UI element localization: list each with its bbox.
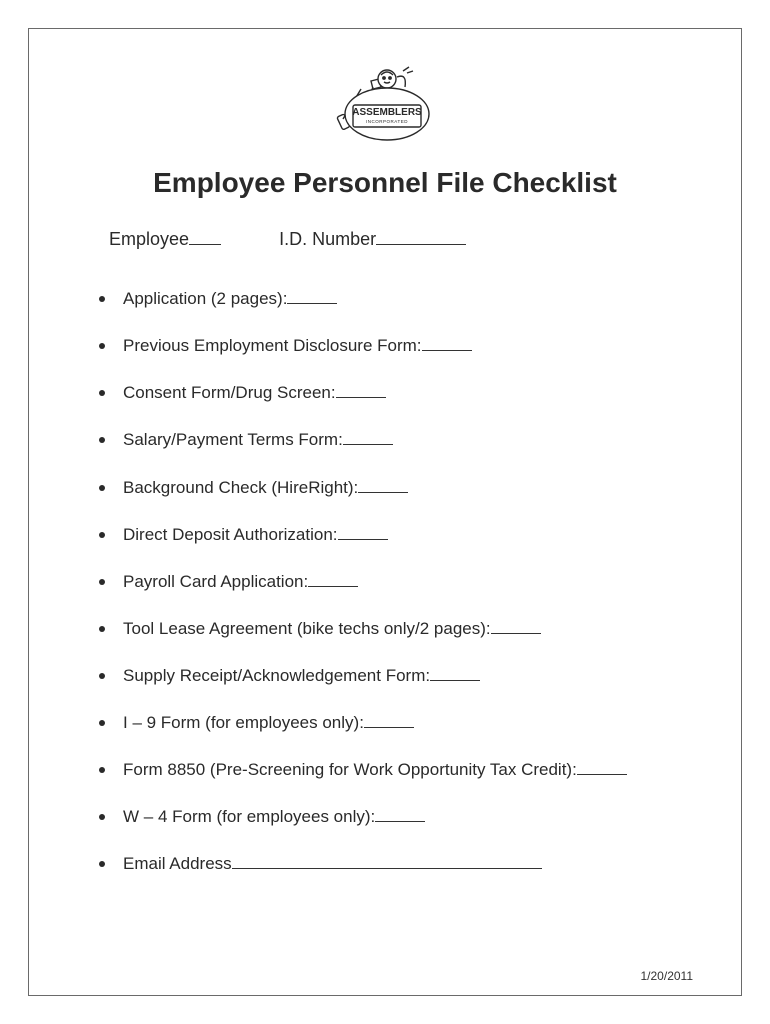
bullet-icon [99, 626, 105, 632]
checklist-item-text: Direct Deposit Authorization: [123, 524, 681, 546]
bullet-icon [99, 861, 105, 867]
checklist-item-label: Background Check (HireRight): [123, 478, 358, 497]
bullet-icon [99, 343, 105, 349]
checklist-item-blank[interactable] [430, 666, 480, 681]
checklist-item-label: Consent Form/Drug Screen: [123, 383, 336, 402]
checklist-item-text: Tool Lease Agreement (bike techs only/2 … [123, 618, 681, 640]
header-fields: Employee I.D. Number [29, 229, 741, 250]
checklist-item-label: Previous Employment Disclosure Form: [123, 336, 422, 355]
checklist-item-text: Consent Form/Drug Screen: [123, 382, 681, 404]
checklist-item: Application (2 pages): [99, 288, 681, 310]
checklist-item-blank[interactable] [308, 571, 358, 586]
bullet-icon [99, 767, 105, 773]
checklist-item-label: Tool Lease Agreement (bike techs only/2 … [123, 619, 491, 638]
bullet-icon [99, 673, 105, 679]
page-title: Employee Personnel File Checklist [29, 167, 741, 199]
bullet-icon [99, 296, 105, 302]
checklist-item-text: Supply Receipt/Acknowledgement Form: [123, 665, 681, 687]
checklist-item-blank[interactable] [358, 477, 408, 492]
checklist-item-label: W – 4 Form (for employees only): [123, 807, 375, 826]
checklist-item: Salary/Payment Terms Form: [99, 429, 681, 451]
employee-blank[interactable] [189, 229, 221, 245]
checklist-item: Direct Deposit Authorization: [99, 524, 681, 546]
checklist-item-text: Email Address [123, 853, 681, 875]
checklist-item-blank[interactable] [375, 807, 425, 822]
checklist-item-text: Payroll Card Application: [123, 571, 681, 593]
checklist-item: Supply Receipt/Acknowledgement Form: [99, 665, 681, 687]
bullet-icon [99, 532, 105, 538]
checklist-item-label: Application (2 pages): [123, 289, 287, 308]
checklist-item-text: Form 8850 (Pre-Screening for Work Opport… [123, 759, 681, 781]
checklist-item: Payroll Card Application: [99, 571, 681, 593]
id-number-label: I.D. Number [279, 229, 376, 249]
checklist-item-blank[interactable] [287, 289, 337, 304]
checklist-item: Previous Employment Disclosure Form: [99, 335, 681, 357]
checklist-item: Consent Form/Drug Screen: [99, 382, 681, 404]
checklist-item-label: Email Address [123, 854, 232, 873]
logo-label-text: ASSEMBLERS [352, 107, 422, 118]
checklist-item: W – 4 Form (for employees only): [99, 806, 681, 828]
bullet-icon [99, 720, 105, 726]
document-date: 1/20/2011 [641, 969, 694, 983]
checklist-item-text: I – 9 Form (for employees only): [123, 712, 681, 734]
checklist-item-text: Application (2 pages): [123, 288, 681, 310]
checklist-item: Background Check (HireRight): [99, 477, 681, 499]
checklist-item-blank[interactable] [232, 854, 542, 869]
checklist-item-text: Salary/Payment Terms Form: [123, 429, 681, 451]
logo-sublabel-text: INCORPORATED [366, 119, 408, 124]
checklist-item-blank[interactable] [336, 383, 386, 398]
checklist-item-label: Payroll Card Application: [123, 572, 308, 591]
checklist-item: Email Address [99, 853, 681, 875]
checklist-item-label: Direct Deposit Authorization: [123, 525, 338, 544]
checklist-item: Form 8850 (Pre-Screening for Work Opport… [99, 759, 681, 781]
checklist-item: I – 9 Form (for employees only): [99, 712, 681, 734]
checklist-item-blank[interactable] [491, 619, 541, 634]
checklist-item-label: I – 9 Form (for employees only): [123, 713, 364, 732]
bullet-icon [99, 437, 105, 443]
checklist-item-label: Form 8850 (Pre-Screening for Work Opport… [123, 760, 577, 779]
checklist-item-blank[interactable] [364, 713, 414, 728]
checklist-item-blank[interactable] [577, 760, 627, 775]
checklist-item-blank[interactable] [422, 336, 472, 351]
assemblers-logo-icon: ASSEMBLERS INCORPORATED [315, 59, 455, 154]
checklist-item: Tool Lease Agreement (bike techs only/2 … [99, 618, 681, 640]
id-number-blank[interactable] [376, 229, 466, 245]
checklist-item-blank[interactable] [343, 430, 393, 445]
checklist-item-label: Salary/Payment Terms Form: [123, 430, 343, 449]
checklist-item-text: Background Check (HireRight): [123, 477, 681, 499]
checklist: Application (2 pages): Previous Employmen… [29, 288, 741, 875]
checklist-item-label: Supply Receipt/Acknowledgement Form: [123, 666, 430, 685]
bullet-icon [99, 814, 105, 820]
bullet-icon [99, 390, 105, 396]
checklist-item-text: Previous Employment Disclosure Form: [123, 335, 681, 357]
checklist-item-text: W – 4 Form (for employees only): [123, 806, 681, 828]
logo-container: ASSEMBLERS INCORPORATED [29, 59, 741, 159]
employee-label: Employee [109, 229, 189, 249]
bullet-icon [99, 579, 105, 585]
document-page: ASSEMBLERS INCORPORATED Employee Personn… [28, 28, 742, 996]
bullet-icon [99, 485, 105, 491]
checklist-item-blank[interactable] [338, 524, 388, 539]
